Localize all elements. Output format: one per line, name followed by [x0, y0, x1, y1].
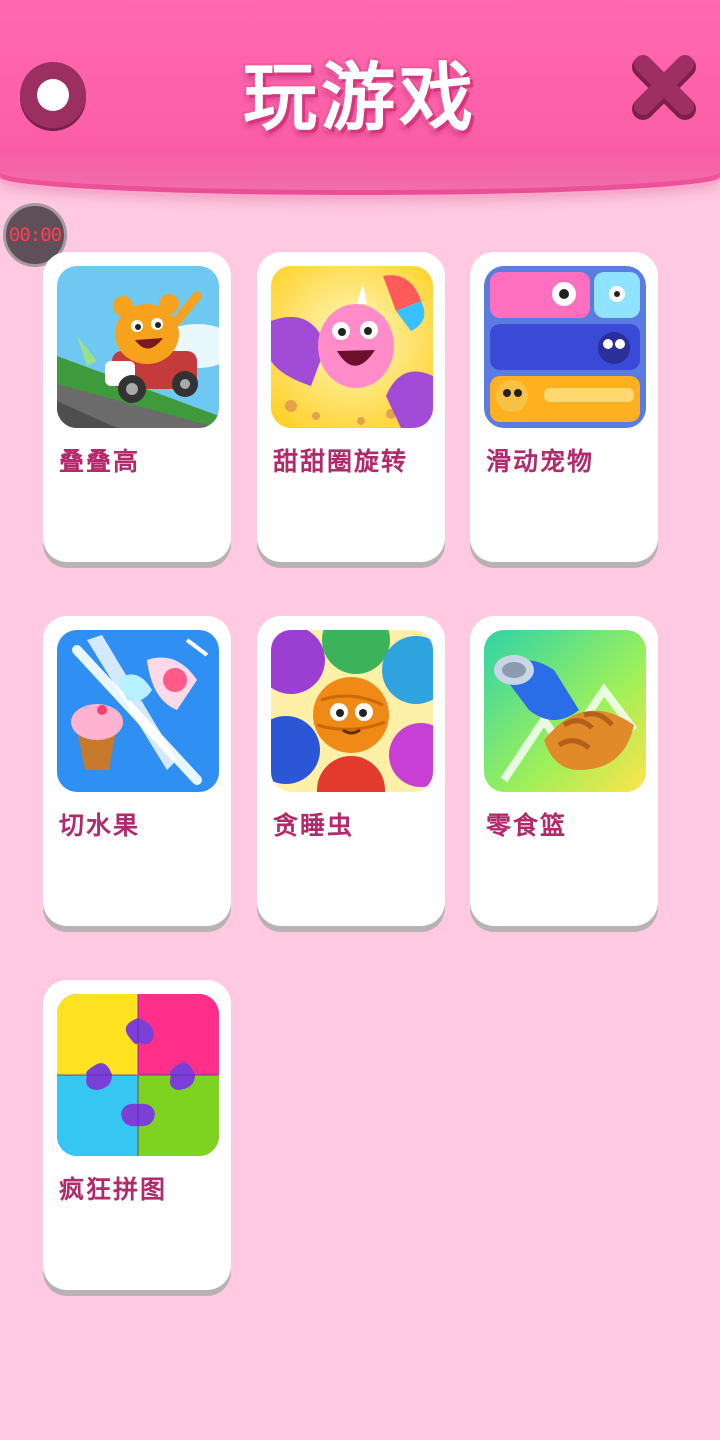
game-card-donut-spin[interactable]: 甜甜圈旋转 [257, 252, 445, 562]
sliding-pets-icon [484, 266, 646, 428]
game-label: 滑动宠物 [486, 447, 595, 476]
menu-dot-icon [37, 79, 69, 111]
game-card-slice-fruit[interactable]: 切水果 [43, 616, 231, 926]
game-label: 贪睡虫 [273, 811, 355, 840]
game-label: 甜甜圈旋转 [273, 447, 409, 476]
game-card-crazy-puzzle[interactable]: 疯狂拼图 [43, 980, 231, 1290]
close-icon [632, 55, 696, 120]
snack-croissant-icon [484, 630, 646, 792]
page-title: 玩游戏 [243, 55, 477, 141]
game-card-snack-basket[interactable]: 零食篮 [470, 616, 658, 926]
donut-monster-icon [271, 266, 433, 428]
game-label: 疯狂拼图 [59, 1175, 168, 1204]
game-card-sliding-pets[interactable]: 滑动宠物 [470, 252, 658, 562]
jigsaw-puzzle-icon [57, 994, 219, 1156]
header-shine [0, 150, 720, 190]
game-card-sleepy-bug[interactable]: 贪睡虫 [257, 616, 445, 926]
menu-button[interactable] [20, 62, 86, 128]
game-card-stack[interactable]: 叠叠高 [43, 252, 231, 562]
yarn-balls-icon [271, 630, 433, 792]
ice-cream-slice-icon [57, 630, 219, 792]
close-button[interactable] [628, 50, 700, 122]
game-label: 叠叠高 [59, 447, 141, 476]
bear-kart-icon [57, 266, 219, 428]
game-label: 零食篮 [486, 811, 568, 840]
game-label: 切水果 [59, 811, 141, 840]
